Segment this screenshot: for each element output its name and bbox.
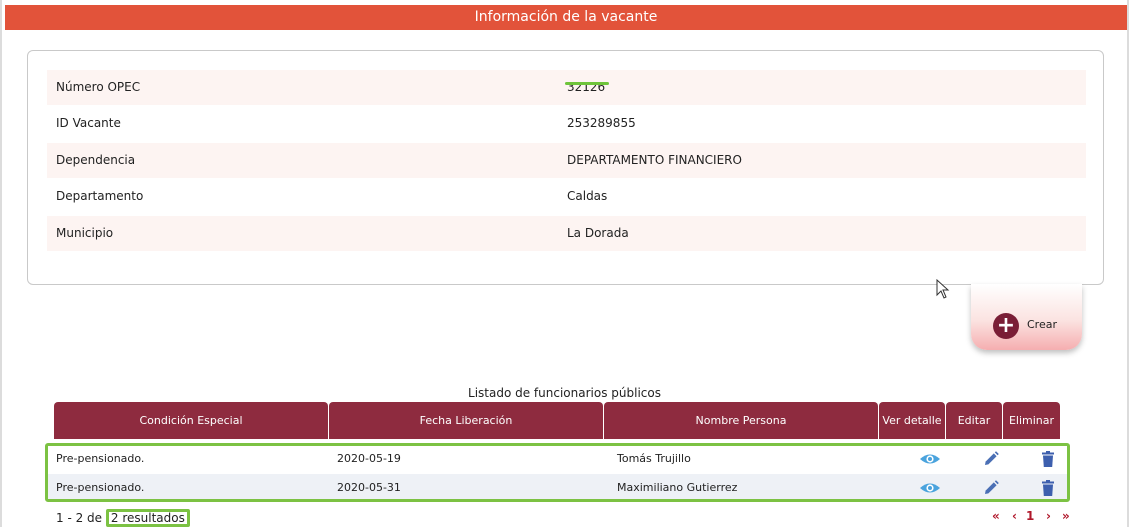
results-count: 2 resultados — [105, 509, 190, 527]
table-caption: Listado de funcionarios públicos — [468, 386, 661, 400]
info-value: Caldas — [567, 189, 608, 203]
column-header-ver-detalle: Ver detalle — [879, 402, 945, 439]
opec-highlight-underline — [565, 82, 609, 85]
current-page[interactable]: 1 — [1026, 509, 1034, 523]
info-row-dependencia: Dependencia DEPARTAMENTO FINANCIERO — [47, 143, 1086, 178]
first-page-icon[interactable]: « — [992, 509, 1000, 523]
rows-highlight-outline — [45, 443, 1070, 502]
prev-page-icon[interactable]: ‹ — [1012, 509, 1017, 523]
info-row-opec: Número OPEC 32126 — [47, 70, 1086, 105]
info-label: Departamento — [56, 189, 144, 203]
info-row-id-vacante: ID Vacante 253289855 — [47, 106, 1086, 141]
create-label: Crear — [1027, 318, 1057, 331]
info-row-municipio: Municipio La Dorada — [47, 216, 1086, 251]
info-value: 32126 — [567, 80, 606, 94]
info-label: Número OPEC — [56, 80, 141, 94]
info-label: Dependencia — [56, 153, 136, 167]
next-page-icon[interactable]: › — [1046, 509, 1051, 523]
section-header: Información de la vacante — [5, 5, 1127, 30]
info-row-departamento: Departamento Caldas — [47, 179, 1086, 214]
plus-circle-icon: + — [993, 313, 1019, 339]
pagination-range: 1 - 2 de — [56, 511, 103, 525]
column-header-condicion[interactable]: Condición Especial — [54, 402, 328, 439]
info-value: La Dorada — [567, 226, 629, 240]
column-header-nombre[interactable]: Nombre Persona — [604, 402, 878, 439]
last-page-icon[interactable]: » — [1062, 509, 1070, 523]
create-button[interactable]: + Crear — [971, 284, 1082, 350]
mouse-cursor-icon — [936, 279, 950, 299]
info-value: DEPARTAMENTO FINANCIERO — [567, 153, 742, 167]
column-header-fecha[interactable]: Fecha Liberación — [329, 402, 603, 439]
info-label: Municipio — [56, 226, 114, 240]
section-title: Información de la vacante — [474, 9, 658, 25]
info-label: ID Vacante — [56, 116, 121, 130]
info-value: 253289855 — [567, 116, 636, 130]
column-header-eliminar: Eliminar — [1003, 402, 1060, 439]
column-header-editar: Editar — [946, 402, 1002, 439]
pagination-summary: 1 - 2 de 2 resultados — [56, 509, 190, 527]
vacancy-info-card: Número OPEC 32126 ID Vacante 253289855 D… — [27, 50, 1104, 285]
